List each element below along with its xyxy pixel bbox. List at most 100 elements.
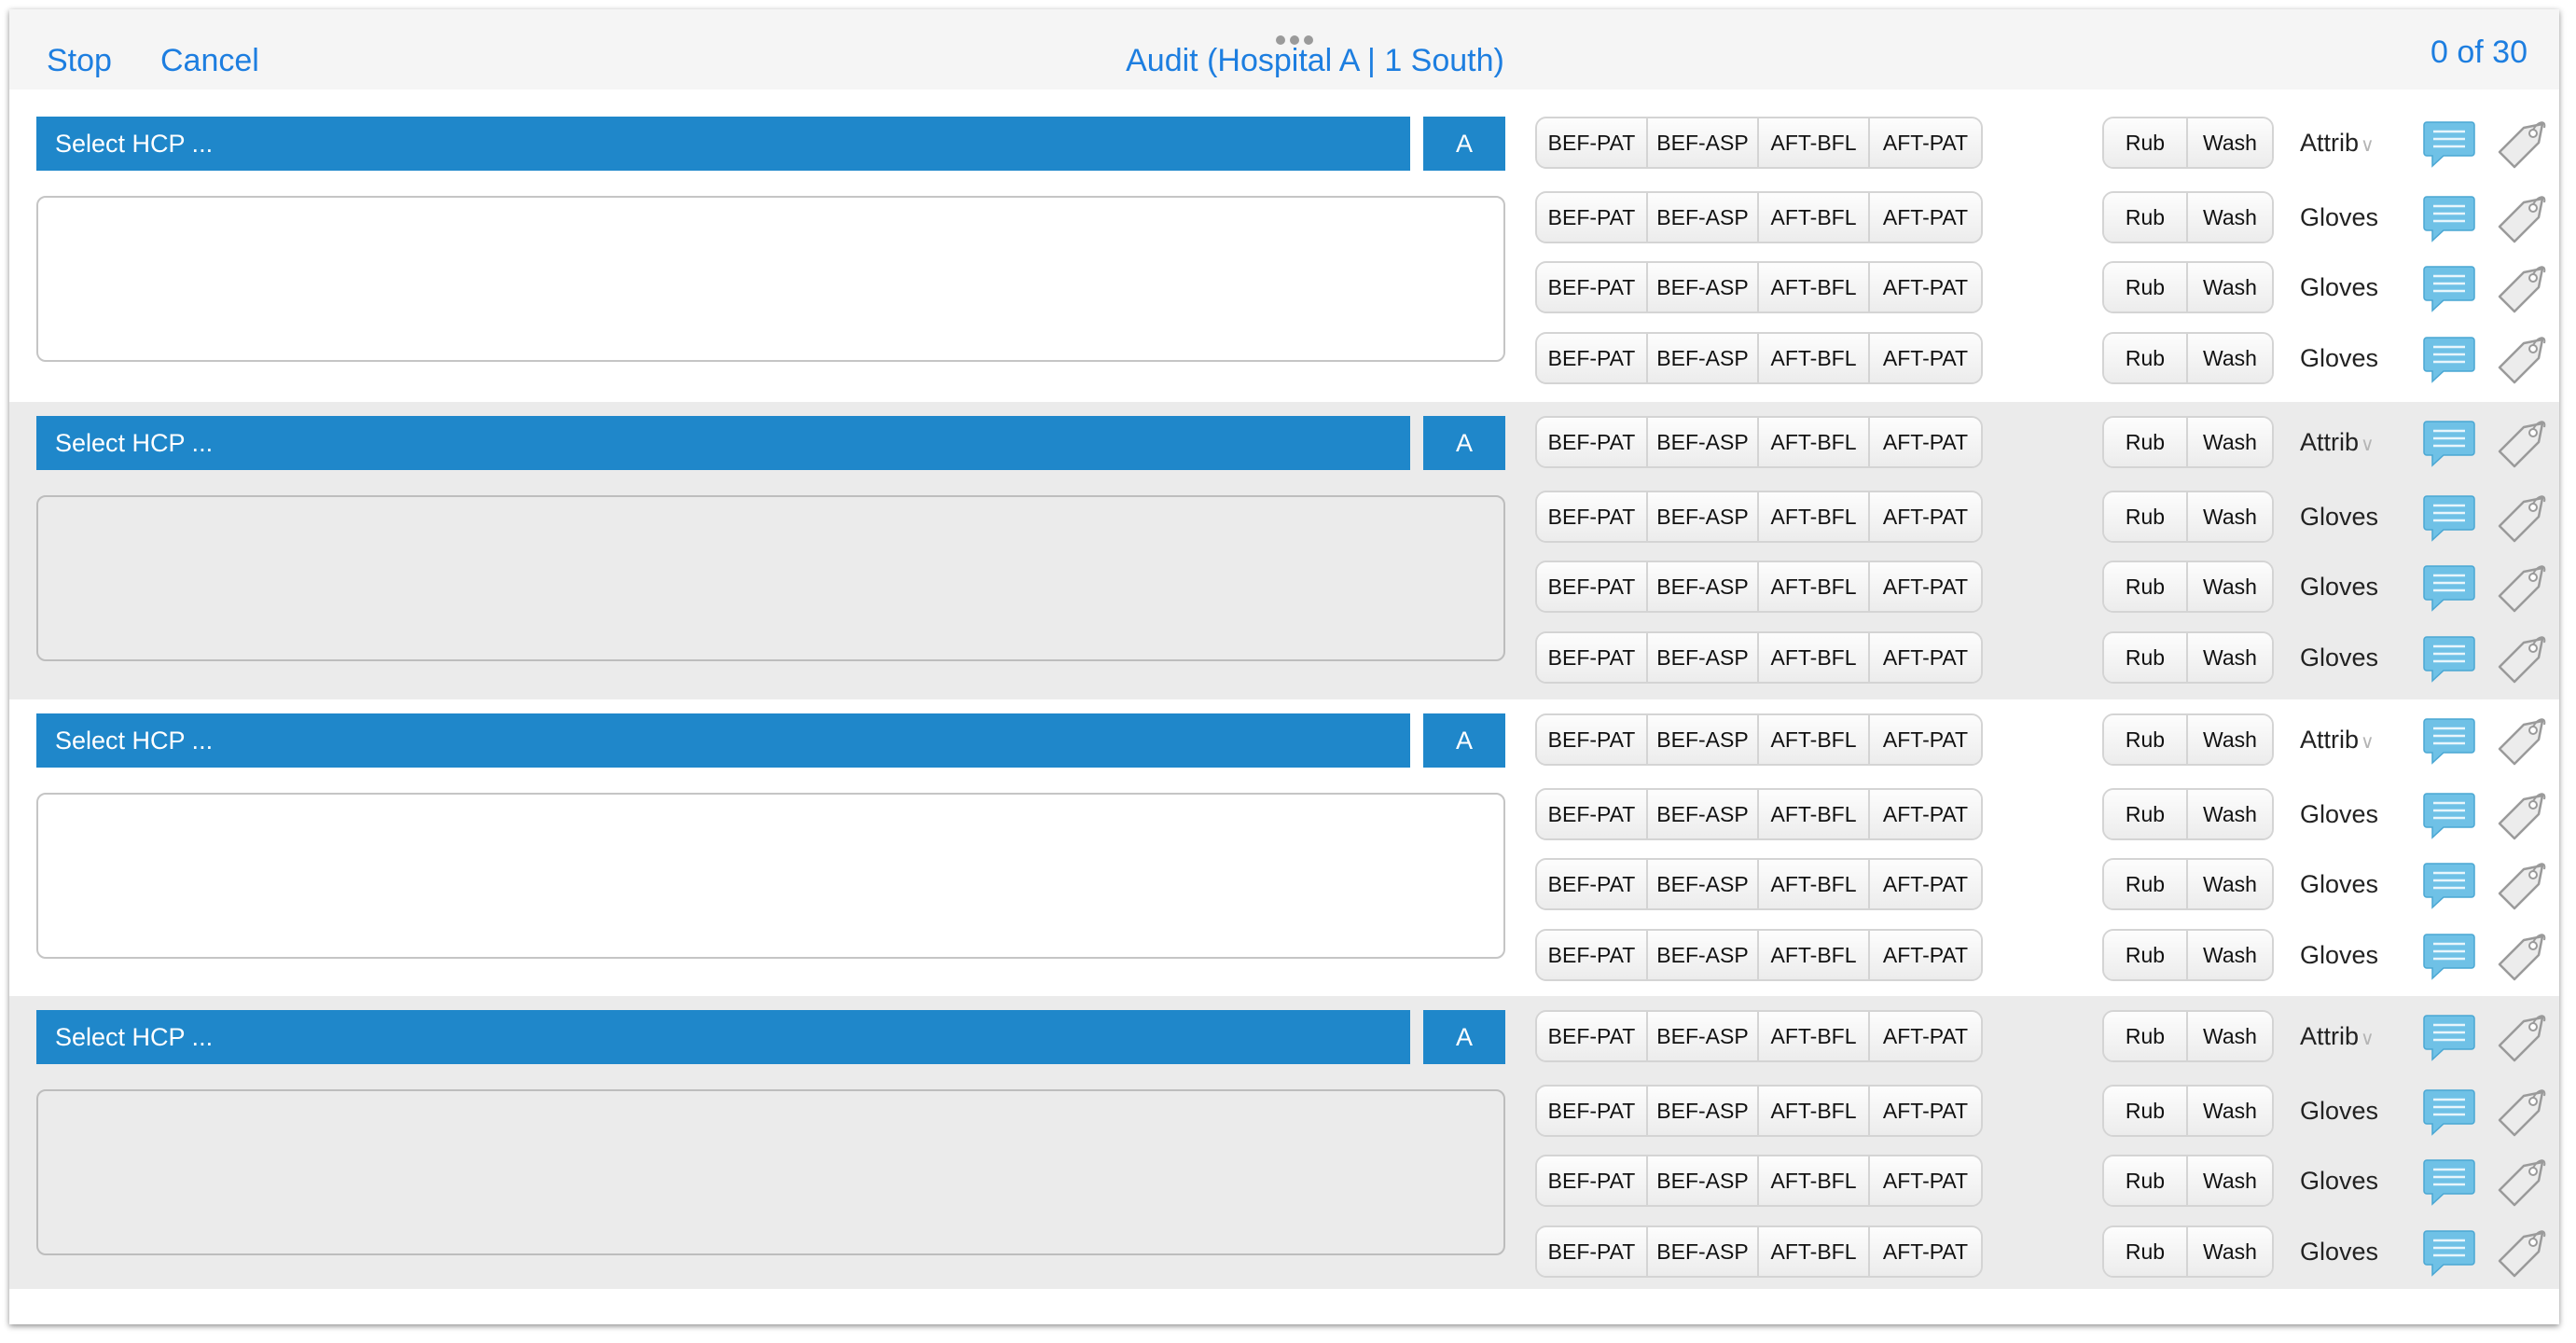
moment-option-bef-pat[interactable]: BEF-PAT (1537, 334, 1648, 382)
wash-option[interactable]: Wash (2188, 562, 2272, 611)
moment-option-bef-asp[interactable]: BEF-ASP (1648, 193, 1759, 242)
wash-option[interactable]: Wash (2188, 263, 2272, 312)
moment-option-aft-bfl[interactable]: AFT-BFL (1759, 860, 1870, 908)
moment-option-aft-bfl[interactable]: AFT-BFL (1759, 1156, 1870, 1205)
gloves-toggle[interactable]: Gloves (2300, 1085, 2421, 1137)
moment-option-aft-pat[interactable]: AFT-PAT (1870, 492, 1981, 541)
moment-option-aft-bfl[interactable]: AFT-BFL (1759, 790, 1870, 838)
rub-option[interactable]: Rub (2104, 193, 2188, 242)
moment-option-bef-pat[interactable]: BEF-PAT (1537, 263, 1648, 312)
moment-option-aft-pat[interactable]: AFT-PAT (1870, 562, 1981, 611)
speech-bubble-icon[interactable] (2423, 929, 2475, 981)
select-hcp-field[interactable]: Select HCP ... (36, 416, 1410, 470)
moment-option-bef-asp[interactable]: BEF-ASP (1648, 562, 1759, 611)
moment-option-bef-pat[interactable]: BEF-PAT (1537, 1087, 1648, 1135)
tag-icon[interactable] (2494, 788, 2548, 840)
wash-option[interactable]: Wash (2188, 418, 2272, 466)
cancel-button[interactable]: Cancel (160, 42, 259, 79)
moment-option-aft-pat[interactable]: AFT-PAT (1870, 860, 1981, 908)
rub-option[interactable]: Rub (2104, 263, 2188, 312)
a-button[interactable]: A (1423, 713, 1505, 768)
notes-textarea[interactable] (36, 793, 1505, 959)
rub-option[interactable]: Rub (2104, 633, 2188, 682)
wash-option[interactable]: Wash (2188, 633, 2272, 682)
rub-option[interactable]: Rub (2104, 790, 2188, 838)
moment-option-bef-asp[interactable]: BEF-ASP (1648, 1156, 1759, 1205)
gloves-toggle[interactable]: Gloves (2300, 261, 2421, 313)
moment-option-bef-asp[interactable]: BEF-ASP (1648, 1227, 1759, 1276)
moment-option-aft-pat[interactable]: AFT-PAT (1870, 1156, 1981, 1205)
moment-option-aft-bfl[interactable]: AFT-BFL (1759, 633, 1870, 682)
gloves-toggle[interactable]: Gloves (2300, 191, 2421, 243)
wash-option[interactable]: Wash (2188, 715, 2272, 764)
moment-option-bef-asp[interactable]: BEF-ASP (1648, 118, 1759, 167)
moment-option-aft-pat[interactable]: AFT-PAT (1870, 633, 1981, 682)
rub-option[interactable]: Rub (2104, 492, 2188, 541)
speech-bubble-icon[interactable] (2423, 788, 2475, 840)
moment-option-bef-pat[interactable]: BEF-PAT (1537, 633, 1648, 682)
moment-option-bef-pat[interactable]: BEF-PAT (1537, 1227, 1648, 1276)
gloves-toggle[interactable]: Gloves (2300, 858, 2421, 910)
rub-option[interactable]: Rub (2104, 1012, 2188, 1060)
speech-bubble-icon[interactable] (2423, 561, 2475, 613)
rub-option[interactable]: Rub (2104, 1156, 2188, 1205)
moment-option-aft-pat[interactable]: AFT-PAT (1870, 263, 1981, 312)
speech-bubble-icon[interactable] (2423, 416, 2475, 468)
wash-option[interactable]: Wash (2188, 1227, 2272, 1276)
wash-option[interactable]: Wash (2188, 931, 2272, 979)
moment-option-bef-asp[interactable]: BEF-ASP (1648, 1087, 1759, 1135)
select-hcp-field[interactable]: Select HCP ... (36, 1010, 1410, 1064)
tag-icon[interactable] (2494, 332, 2548, 384)
moment-option-aft-pat[interactable]: AFT-PAT (1870, 715, 1981, 764)
moment-option-bef-pat[interactable]: BEF-PAT (1537, 860, 1648, 908)
tag-icon[interactable] (2494, 416, 2548, 468)
wash-option[interactable]: Wash (2188, 1087, 2272, 1135)
moment-option-bef-pat[interactable]: BEF-PAT (1537, 193, 1648, 242)
wash-option[interactable]: Wash (2188, 118, 2272, 167)
moment-option-bef-asp[interactable]: BEF-ASP (1648, 790, 1759, 838)
speech-bubble-icon[interactable] (2423, 1085, 2475, 1137)
speech-bubble-icon[interactable] (2423, 332, 2475, 384)
a-button[interactable]: A (1423, 1010, 1505, 1064)
gloves-toggle[interactable]: Gloves (2300, 332, 2421, 384)
moment-option-bef-asp[interactable]: BEF-ASP (1648, 492, 1759, 541)
moment-option-aft-bfl[interactable]: AFT-BFL (1759, 334, 1870, 382)
tag-icon[interactable] (2494, 261, 2548, 313)
moment-option-bef-pat[interactable]: BEF-PAT (1537, 1156, 1648, 1205)
moment-option-aft-bfl[interactable]: AFT-BFL (1759, 418, 1870, 466)
moment-option-aft-pat[interactable]: AFT-PAT (1870, 334, 1981, 382)
notes-textarea[interactable] (36, 1089, 1505, 1255)
tag-icon[interactable] (2494, 191, 2548, 243)
moment-option-aft-bfl[interactable]: AFT-BFL (1759, 193, 1870, 242)
gloves-toggle[interactable]: Gloves (2300, 929, 2421, 981)
speech-bubble-icon[interactable] (2423, 191, 2475, 243)
tag-icon[interactable] (2494, 858, 2548, 910)
moment-option-bef-pat[interactable]: BEF-PAT (1537, 1012, 1648, 1060)
tag-icon[interactable] (2494, 929, 2548, 981)
moment-option-aft-bfl[interactable]: AFT-BFL (1759, 1227, 1870, 1276)
moment-option-aft-pat[interactable]: AFT-PAT (1870, 790, 1981, 838)
rub-option[interactable]: Rub (2104, 418, 2188, 466)
moment-option-bef-asp[interactable]: BEF-ASP (1648, 715, 1759, 764)
attrib-dropdown[interactable]: Attrib ∨ (2300, 713, 2421, 766)
tag-icon[interactable] (2494, 713, 2548, 766)
moment-option-aft-bfl[interactable]: AFT-BFL (1759, 931, 1870, 979)
stop-button[interactable]: Stop (47, 42, 112, 79)
moment-option-aft-bfl[interactable]: AFT-BFL (1759, 1087, 1870, 1135)
attrib-dropdown[interactable]: Attrib ∨ (2300, 117, 2421, 169)
moment-option-aft-bfl[interactable]: AFT-BFL (1759, 118, 1870, 167)
speech-bubble-icon[interactable] (2423, 858, 2475, 910)
moment-option-aft-pat[interactable]: AFT-PAT (1870, 931, 1981, 979)
attrib-dropdown[interactable]: Attrib ∨ (2300, 1010, 2421, 1062)
moment-option-bef-asp[interactable]: BEF-ASP (1648, 334, 1759, 382)
gloves-toggle[interactable]: Gloves (2300, 561, 2421, 613)
wash-option[interactable]: Wash (2188, 193, 2272, 242)
rub-option[interactable]: Rub (2104, 715, 2188, 764)
gloves-toggle[interactable]: Gloves (2300, 788, 2421, 840)
moment-option-bef-pat[interactable]: BEF-PAT (1537, 418, 1648, 466)
rub-option[interactable]: Rub (2104, 334, 2188, 382)
tag-icon[interactable] (2494, 1155, 2548, 1207)
speech-bubble-icon[interactable] (2423, 491, 2475, 543)
moment-option-bef-asp[interactable]: BEF-ASP (1648, 633, 1759, 682)
moment-option-bef-asp[interactable]: BEF-ASP (1648, 1012, 1759, 1060)
